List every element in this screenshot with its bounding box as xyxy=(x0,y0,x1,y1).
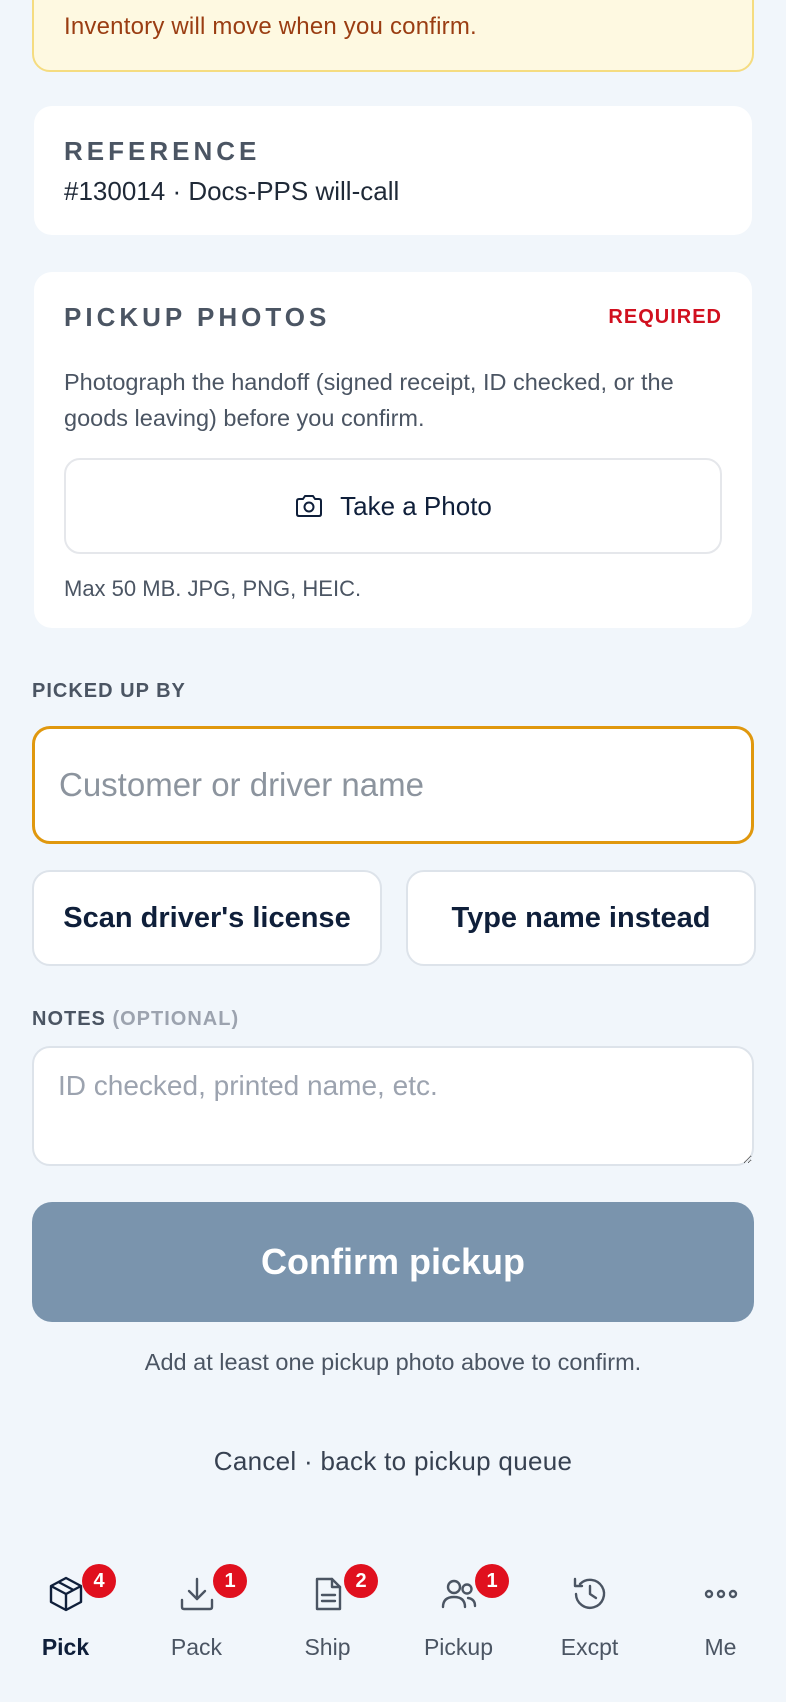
nav-label: Me xyxy=(704,1634,737,1660)
bottom-nav: 4 Pick 1 Pack 2 Ship 1 Pickup Excpt Me xyxy=(0,1540,786,1702)
banner-text: Inventory will move when you confirm. xyxy=(64,13,477,40)
take-photo-button[interactable]: Take a Photo xyxy=(64,458,722,554)
document-icon xyxy=(308,1574,348,1614)
notes-textarea[interactable] xyxy=(32,1046,754,1166)
take-photo-label: Take a Photo xyxy=(340,490,492,521)
pickup-photos-card: PICKUP PHOTOS REQUIRED Photograph the ha… xyxy=(34,272,752,628)
box-icon xyxy=(46,1574,86,1614)
history-icon xyxy=(570,1574,610,1614)
required-badge: REQUIRED xyxy=(608,306,722,328)
more-icon xyxy=(701,1574,741,1614)
photo-limits-text: Max 50 MB. JPG, PNG, HEIC. xyxy=(64,576,362,601)
nav-badge: 1 xyxy=(475,1564,509,1598)
reference-card: REFERENCE #130014 · Docs-PPS will-call xyxy=(34,106,752,235)
nav-item-pick[interactable]: 4 Pick xyxy=(0,1540,131,1670)
nav-label: Ship xyxy=(304,1634,351,1660)
type-name-button[interactable]: Type name instead xyxy=(406,870,756,966)
cancel-link[interactable]: Cancel · back to pickup queue xyxy=(0,1446,786,1477)
users-icon xyxy=(439,1574,479,1614)
nav-badge: 1 xyxy=(213,1564,247,1598)
nav-label: Pack xyxy=(170,1634,223,1660)
notes-label-text: NOTES xyxy=(32,1008,106,1030)
confirm-hint: Add at least one pickup photo above to c… xyxy=(144,1349,642,1375)
picked-up-by-label: PICKED UP BY xyxy=(32,680,186,702)
camera-icon xyxy=(294,493,324,519)
nav-item-me[interactable]: Me xyxy=(655,1540,786,1670)
nav-item-ship[interactable]: 2 Ship xyxy=(262,1540,393,1670)
nav-item-pack[interactable]: 1 Pack xyxy=(131,1540,262,1670)
pickup-photos-description: Photograph the handoff (signed receipt, … xyxy=(64,369,674,431)
reference-title: REFERENCE xyxy=(64,136,261,166)
notes-optional-text: (OPTIONAL) xyxy=(112,1008,240,1030)
nav-badge: 4 xyxy=(82,1564,116,1598)
nav-label: Pick xyxy=(41,1634,90,1660)
notes-label: NOTES (OPTIONAL) xyxy=(32,1008,239,1031)
scan-license-button[interactable]: Scan driver's license xyxy=(32,870,382,966)
nav-item-excpt[interactable]: Excpt xyxy=(524,1540,655,1670)
warning-banner: Inventory will move when you confirm. xyxy=(32,0,754,72)
nav-label: Excpt xyxy=(560,1634,619,1660)
reference-value: #130014 · Docs-PPS will-call xyxy=(64,176,400,206)
picked-up-by-input[interactable] xyxy=(32,726,754,844)
confirm-pickup-button[interactable]: Confirm pickup xyxy=(32,1202,754,1322)
nav-label: Pickup xyxy=(423,1634,494,1660)
download-icon xyxy=(177,1574,217,1614)
pickup-photos-title: PICKUP PHOTOS xyxy=(64,302,331,332)
nav-item-pickup[interactable]: 1 Pickup xyxy=(393,1540,524,1670)
nav-badge: 2 xyxy=(344,1564,378,1598)
